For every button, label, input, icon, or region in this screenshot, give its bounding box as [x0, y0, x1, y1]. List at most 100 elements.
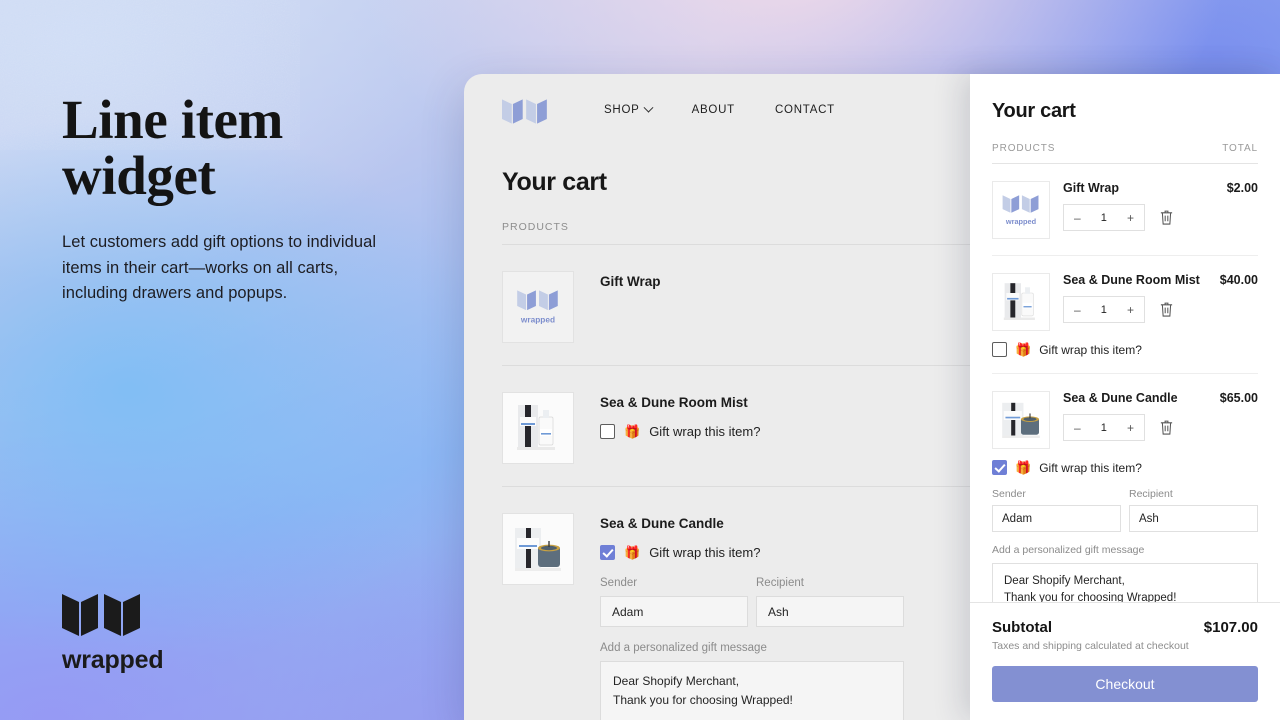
gift-message-label: Add a personalized gift message	[600, 642, 767, 654]
drawer-item-price: $65.00	[1219, 391, 1258, 405]
gift-wrap-checkbox[interactable]	[600, 545, 615, 560]
drawer-line-body: Gift Wrap $2.00 – 1 +	[1050, 181, 1258, 239]
cart-drawer-scroll[interactable]: Your cart PRODUCTS TOTAL wrapped Gift Wr…	[970, 74, 1280, 602]
gift-wrap-label: Gift wrap this item?	[1039, 342, 1142, 357]
sender-input[interactable]	[992, 505, 1121, 532]
drawer-footer: Subtotal $107.00 Taxes and shipping calc…	[970, 602, 1280, 720]
sender-field-group: Sender	[600, 577, 748, 627]
gift-message-group: Add a personalized gift message Dear Sho…	[992, 544, 1258, 602]
gift-wrap-checkbox[interactable]	[992, 460, 1007, 475]
nav-item-contact[interactable]: CONTACT	[775, 104, 835, 116]
product-thumbnail-room-mist[interactable]	[502, 392, 574, 464]
trash-icon[interactable]	[1159, 209, 1174, 226]
quantity-value[interactable]: 1	[1101, 422, 1107, 434]
hero-copy: Line item widget Let customers add gift …	[62, 89, 412, 307]
nav-item-about[interactable]: ABOUT	[692, 104, 735, 116]
drawer-item-name: Sea & Dune Candle	[1063, 391, 1178, 405]
svg-text:wrapped: wrapped	[520, 315, 555, 325]
gift-icon: 🎁	[1015, 460, 1032, 475]
candle-thumbnail-icon	[515, 528, 561, 571]
quantity-value[interactable]: 1	[1101, 212, 1107, 224]
gift-message-line2: Thank you for choosing Wrapped!	[613, 692, 793, 707]
gift-message-textarea[interactable]: Dear Shopify Merchant, Thank you for cho…	[600, 661, 904, 720]
store-nav-links: SHOP ABOUT CONTACT	[604, 102, 835, 116]
drawer-subtotal-row: Subtotal $107.00	[992, 619, 1258, 636]
decrease-quantity-button[interactable]: –	[1074, 211, 1081, 225]
drawer-qty-controls: – 1 +	[1063, 296, 1258, 323]
candle-thumbnail-icon	[1002, 402, 1040, 438]
recipient-label: Recipient	[756, 577, 804, 589]
recipient-field-group: Recipient	[1129, 488, 1258, 532]
product-thumbnail-candle[interactable]	[992, 391, 1050, 449]
drawer-item-price: $2.00	[1226, 181, 1258, 195]
sender-input[interactable]	[600, 596, 748, 627]
drawer-column-headers: PRODUCTS TOTAL	[992, 143, 1258, 164]
product-thumbnail-gift-wrap[interactable]: wrapped	[502, 271, 574, 343]
gift-message-line2: Thank you for choosing Wrapped!	[1004, 592, 1177, 602]
room-mist-bottle-thumbnail-icon	[1003, 283, 1035, 320]
nav-item-shop[interactable]: SHOP	[604, 102, 654, 116]
chevron-down-icon	[643, 102, 654, 113]
product-thumbnail-candle[interactable]	[502, 513, 574, 585]
gift-wrap-option[interactable]: 🎁 Gift wrap this item?	[992, 342, 1258, 357]
increase-quantity-button[interactable]: +	[1127, 303, 1134, 317]
nav-item-about-label: ABOUT	[691, 104, 735, 116]
gift-wrap-label: Gift wrap this item?	[649, 545, 761, 560]
page-title-line1: Line item	[62, 89, 283, 150]
wrapped-logo-icon[interactable]	[502, 98, 548, 125]
gift-message-group: Add a personalized gift message Dear Sho…	[600, 642, 904, 720]
cart-col-products: PRODUCTS	[502, 221, 569, 233]
nav-item-contact-label: CONTACT	[774, 104, 835, 116]
decrease-quantity-button[interactable]: –	[1074, 303, 1081, 317]
svg-text:wrapped: wrapped	[1005, 217, 1037, 226]
gift-icon: 🎁	[1015, 342, 1032, 357]
product-thumbnail-room-mist[interactable]	[992, 273, 1050, 331]
brand-logo: wrapped	[62, 592, 164, 675]
gift-sender-recipient-row: Sender Recipient	[992, 488, 1258, 532]
recipient-field-group: Recipient	[756, 577, 904, 627]
drawer-item-header: Gift Wrap $2.00	[1063, 181, 1258, 195]
decrease-quantity-button[interactable]: –	[1074, 421, 1081, 435]
drawer-item-header: Sea & Dune Candle $65.00	[1063, 391, 1258, 405]
recipient-input[interactable]	[756, 596, 904, 627]
quantity-value[interactable]: 1	[1101, 304, 1107, 316]
sender-label: Sender	[992, 488, 1026, 500]
drawer-subtotal-label: Subtotal	[992, 619, 1052, 636]
drawer-qty-controls: – 1 +	[1063, 414, 1258, 441]
gift-message-textarea[interactable]: Dear Shopify Merchant, Thank you for cho…	[992, 563, 1258, 602]
increase-quantity-button[interactable]: +	[1127, 211, 1134, 225]
checkout-button[interactable]: Checkout	[992, 666, 1258, 702]
gift-message-label: Add a personalized gift message	[992, 544, 1145, 556]
quantity-stepper[interactable]: – 1 +	[1063, 414, 1145, 441]
quantity-stepper[interactable]: – 1 +	[1063, 204, 1145, 231]
increase-quantity-button[interactable]: +	[1127, 421, 1134, 435]
quantity-stepper[interactable]: – 1 +	[1063, 296, 1145, 323]
drawer-col-total: TOTAL	[1222, 143, 1258, 154]
drawer-line-item: Sea & Dune Room Mist $40.00 – 1 +	[992, 255, 1258, 331]
brand-wordmark: wrapped	[62, 646, 164, 674]
hero-description: Let customers add gift options to indivi…	[62, 233, 377, 303]
drawer-title: Your cart	[992, 100, 1076, 122]
product-thumbnail-gift-wrap[interactable]: wrapped	[992, 181, 1050, 239]
trash-icon[interactable]	[1159, 301, 1174, 318]
drawer-subtotal-note: Taxes and shipping calculated at checkou…	[992, 640, 1189, 652]
gift-message-line1: Dear Shopify Merchant,	[613, 674, 740, 688]
room-mist-bottle-thumbnail-icon	[517, 405, 555, 450]
sender-field-group: Sender	[992, 488, 1121, 532]
gift-wrap-checkbox[interactable]	[600, 424, 615, 439]
page-title-line2: widget	[62, 145, 216, 207]
page-root: Line item widget Let customers add gift …	[0, 0, 1280, 720]
trash-icon[interactable]	[1159, 419, 1174, 436]
drawer-line-body: Sea & Dune Room Mist $40.00 – 1 +	[1050, 273, 1258, 331]
wrapped-chevron-logo-icon	[62, 594, 140, 636]
drawer-line-item: wrapped Gift Wrap $2.00 – 1 +	[992, 164, 1258, 239]
gift-wrap-option[interactable]: 🎁 Gift wrap this item?	[992, 460, 1258, 475]
gift-wrap-checkbox[interactable]	[992, 342, 1007, 357]
recipient-input[interactable]	[1129, 505, 1258, 532]
drawer-item-name: Gift Wrap	[1063, 181, 1120, 195]
drawer-item-header: Sea & Dune Room Mist $40.00	[1063, 273, 1258, 287]
checkout-button-label: Checkout	[1095, 676, 1155, 692]
drawer-item-name: Sea & Dune Room Mist	[1063, 273, 1200, 287]
drawer-subtotal-value: $107.00	[1203, 619, 1258, 636]
gift-wrap-logo-thumbnail-icon: wrapped	[1002, 195, 1039, 226]
